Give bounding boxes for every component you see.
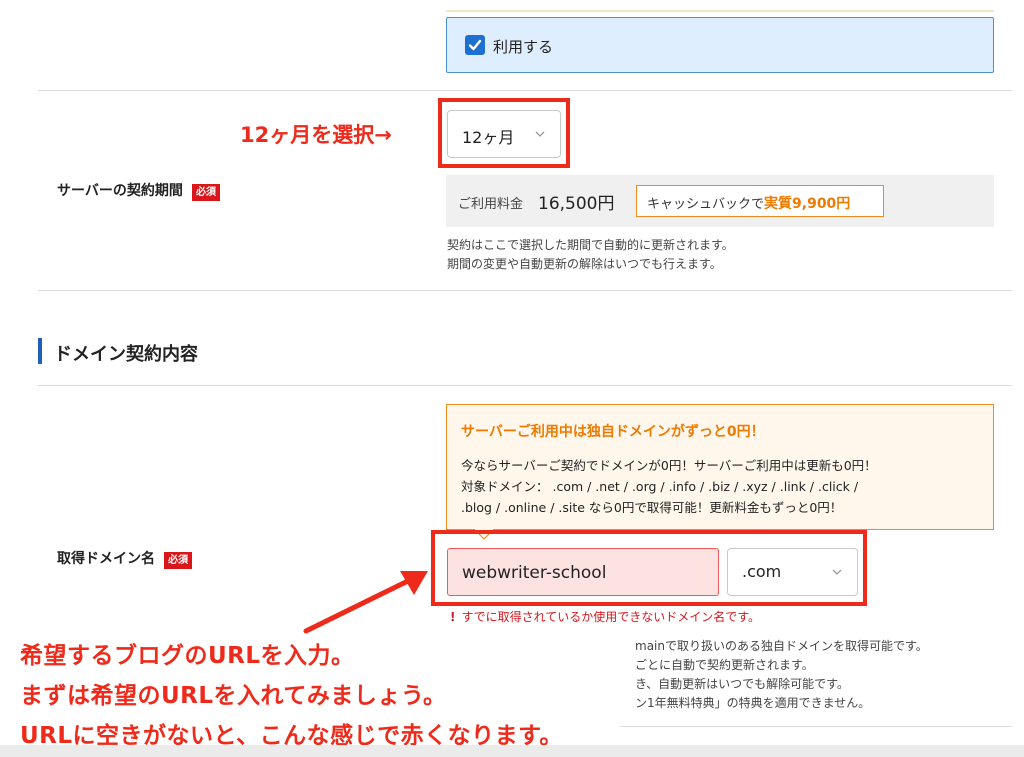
period-annotation: 12ヶ月を選択→ (240, 123, 392, 147)
info-line: ン1年無料特典」の特典を適用できません。 (635, 696, 871, 710)
annotation-arrow (303, 571, 428, 634)
promo-line: 今ならサーバーご契約でドメインが0円！サーバーご利用中は更新も0円！ (461, 458, 877, 473)
info-line: mainで取り扱いのある独自ドメインを取得可能です。 (635, 639, 928, 653)
domain-info: mainで取り扱いのある独自ドメインを取得可能です。 ごとに自動で契約更新されま… (635, 637, 928, 713)
section-bar (38, 338, 42, 364)
cashback-badge: キャッシュバックで実質9,900円 (636, 185, 884, 217)
domain-error: ! すでに取得されているか使用できないドメイン名です。 (450, 608, 760, 625)
promo-title: サーバーご利用中は独自ドメインがずっと0円！ (461, 424, 765, 440)
period-select-value: 12ヶ月 (462, 128, 515, 147)
divider (38, 290, 1012, 291)
annotation-line: 希望するブログのURLを入力。 (20, 643, 355, 669)
use-option-panel[interactable]: 利用する (446, 17, 994, 73)
divider (620, 726, 1012, 727)
period-select[interactable]: 12ヶ月 (447, 110, 561, 158)
tld-select[interactable]: .com (727, 548, 858, 596)
top-divider (446, 10, 994, 12)
required-badge: 必須 (164, 552, 193, 569)
promo-line: .blog / .online / .site なら0円で取得可能！更新料金もず… (461, 500, 843, 515)
use-checkbox[interactable] (465, 35, 485, 55)
period-field-label-group: サーバーの契約期間 必須 (57, 180, 220, 201)
period-note: 契約はここで選択した期間で自動的に更新されます。 期間の変更や自動更新の解除はい… (447, 236, 734, 274)
bottom-strip (0, 745, 1024, 757)
annotation-line: まずは希望のURLを入れてみましょう。 (20, 683, 447, 709)
promo-line: 対象ドメイン： .com / .net / .org / .info / .bi… (461, 479, 859, 494)
price-value: 16,500円 (538, 194, 615, 214)
cashback-prefix: キャッシュバックで (647, 197, 765, 212)
divider (38, 90, 1012, 91)
use-label: 利用する (493, 38, 554, 56)
chevron-down-icon (534, 125, 546, 147)
price-row: ご利用料金 16,500円 キャッシュバックで実質9,900円 (446, 175, 994, 227)
tld-select-value: .com (742, 562, 782, 581)
period-field-label: サーバーの契約期間 (57, 183, 183, 199)
chevron-down-icon (831, 563, 843, 585)
price-label: ご利用料金 (458, 197, 524, 212)
domain-section-heading: ドメイン契約内容 (54, 344, 198, 365)
period-note-line: 契約はここで選択した期間で自動的に更新されます。 (447, 238, 734, 252)
free-domain-promo: サーバーご利用中は独自ドメインがずっと0円！ 今ならサーバーご契約でドメインが0… (446, 404, 994, 530)
domain-input-wrapper[interactable] (447, 548, 719, 596)
domain-field-label: 取得ドメイン名 (57, 551, 155, 567)
required-badge: 必須 (191, 184, 220, 201)
divider (38, 385, 1012, 386)
error-text: すでに取得されているか使用できないドメイン名です。 (461, 610, 761, 624)
domain-name-input[interactable] (462, 561, 702, 585)
domain-field-label-group: 取得ドメイン名 必須 (57, 548, 193, 569)
error-icon: ! (450, 610, 456, 624)
info-line: き、自動更新はいつでも解除可能です。 (635, 677, 849, 691)
period-note-line: 期間の変更や自動更新の解除はいつでも行えます。 (447, 257, 722, 271)
cashback-value: 実質9,900円 (764, 196, 851, 212)
promo-body: 今ならサーバーご契約でドメインが0円！サーバーご利用中は更新も0円！ 対象ドメイ… (461, 455, 877, 518)
info-line: ごとに自動で契約更新されます。 (635, 658, 814, 672)
check-icon (468, 39, 482, 51)
